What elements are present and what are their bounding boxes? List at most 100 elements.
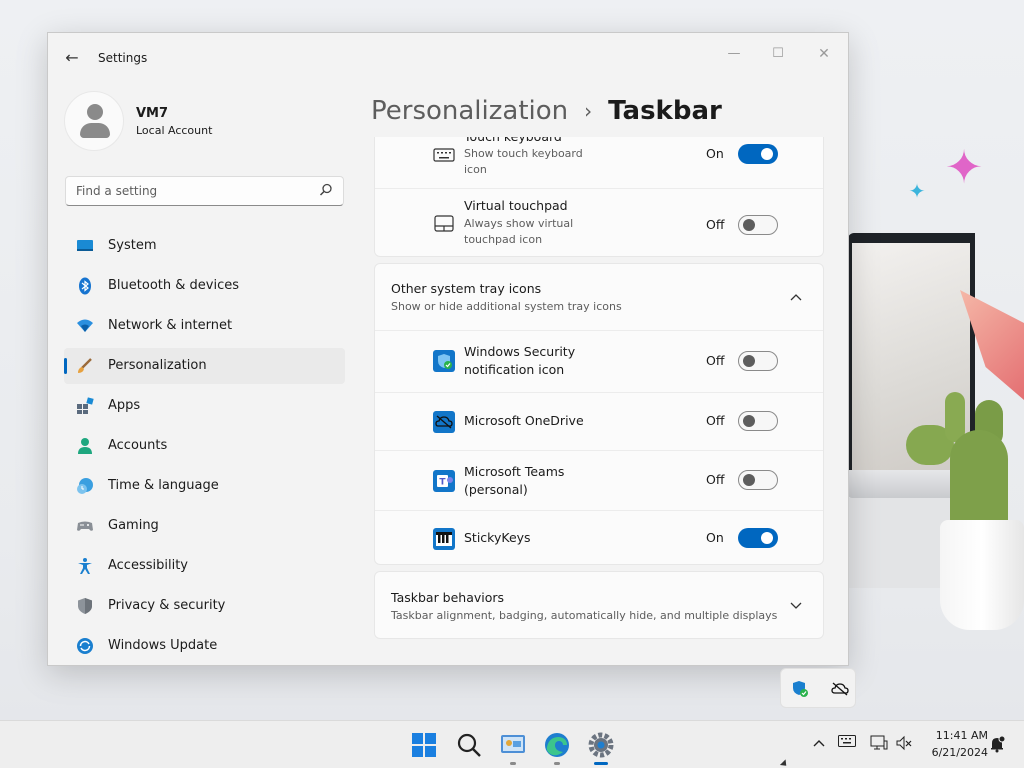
teams-title: (personal): [464, 482, 528, 497]
chevron-up-icon[interactable]: [810, 735, 828, 753]
windows-security-icon[interactable]: [791, 680, 809, 698]
stickykeys-icon: [433, 528, 455, 550]
keyboard-icon[interactable]: [838, 735, 856, 753]
sparkle-icon: ✦: [908, 179, 926, 203]
taskbar-behaviors-subtitle: Taskbar alignment, badging, automaticall…: [391, 609, 778, 622]
virtual-touchpad-subtitle: touchpad icon: [464, 233, 543, 246]
sidebar-item-label: System: [108, 238, 157, 253]
sidebar-item-accounts[interactable]: Accounts: [64, 428, 345, 464]
title-bar[interactable]: ← Settings — ☐ ✕: [48, 33, 848, 81]
windows-security-icon: [433, 350, 455, 372]
touchpad-icon: [434, 215, 454, 232]
toggle-state-label: Off: [706, 217, 725, 232]
toggle-knob: [761, 532, 773, 544]
clock-time[interactable]: 11:41 AM: [930, 729, 988, 742]
breadcrumb-separator: ›: [584, 99, 593, 123]
sidebar-item-label: Time & language: [108, 478, 219, 493]
sidebar-item-privacy[interactable]: Privacy & security: [64, 588, 345, 624]
windows-security-title: Windows Security: [464, 344, 576, 359]
touch-keyboard-toggle[interactable]: [738, 144, 778, 164]
teams-icon: T: [433, 470, 455, 492]
virtual-touchpad-toggle[interactable]: [738, 215, 778, 235]
sidebar-item-system[interactable]: System: [64, 228, 345, 264]
teams-title: Microsoft Teams: [464, 464, 565, 479]
wallpaper-pot: [940, 520, 1024, 630]
search-input[interactable]: [66, 177, 316, 205]
maximize-button[interactable]: ☐: [756, 39, 800, 69]
network-status-icon[interactable]: [870, 735, 888, 753]
windows-security-title: notification icon: [464, 362, 565, 377]
sidebar-item-personalization[interactable]: Personalization: [64, 348, 345, 384]
virtual-touchpad-title: Virtual touchpad: [464, 198, 568, 213]
svg-text:T: T: [439, 478, 446, 488]
back-arrow-icon[interactable]: ←: [60, 46, 84, 70]
search-box[interactable]: [65, 176, 344, 206]
settings-gear-icon[interactable]: [587, 731, 615, 759]
search-icon[interactable]: [318, 183, 334, 199]
notification-bell-icon[interactable]: [988, 735, 1006, 753]
teams-toggle[interactable]: [738, 470, 778, 490]
volume-muted-icon[interactable]: [895, 735, 913, 753]
sidebar-item-gaming[interactable]: Gaming: [64, 508, 345, 544]
sidebar-item-network[interactable]: Network & internet: [64, 308, 345, 344]
windows-security-row[interactable]: Windows Security notification icon Off: [375, 330, 823, 392]
onedrive-toggle[interactable]: [738, 411, 778, 431]
teams-row[interactable]: T Microsoft Teams (personal) Off: [375, 450, 823, 510]
running-indicator: [554, 762, 560, 765]
settings-app-thumbnail-icon[interactable]: [499, 731, 527, 759]
other-tray-header[interactable]: Other system tray icons Show or hide add…: [375, 264, 823, 330]
start-icon[interactable]: [410, 731, 438, 759]
windows-security-toggle[interactable]: [738, 351, 778, 371]
toggle-state-label: Off: [706, 353, 725, 368]
sidebar-item-windows-update[interactable]: Windows Update: [64, 628, 345, 664]
close-button[interactable]: ✕: [802, 39, 846, 69]
minimize-button[interactable]: —: [712, 39, 756, 69]
edge-icon[interactable]: [543, 731, 571, 759]
toggle-knob: [743, 355, 755, 367]
sidebar-item-label: Accessibility: [108, 558, 188, 573]
sidebar-item-time-language[interactable]: Time & language: [64, 468, 345, 504]
stickykeys-toggle[interactable]: [738, 528, 778, 548]
sidebar-item-accessibility[interactable]: Accessibility: [64, 548, 345, 584]
active-indicator: [594, 762, 608, 765]
sidebar-item-label: Bluetooth & devices: [108, 278, 239, 293]
toggle-state-label: Off: [706, 472, 725, 487]
apps-icon: [77, 397, 94, 414]
breadcrumb-parent[interactable]: Personalization: [371, 96, 568, 126]
touch-keyboard-subtitle: icon: [464, 163, 487, 176]
stickykeys-row[interactable]: StickyKeys On: [375, 510, 823, 566]
settings-content[interactable]: Touch keyboard Show touch keyboard icon …: [374, 137, 824, 665]
network-icon: [77, 319, 93, 332]
sidebar-item-label: Gaming: [108, 518, 159, 533]
toggle-knob: [743, 219, 755, 231]
chevron-up-icon[interactable]: [789, 290, 803, 304]
toggle-knob: [743, 474, 755, 486]
virtual-touchpad-row[interactable]: Virtual touchpad Always show virtual tou…: [375, 188, 823, 258]
stickykeys-title: StickyKeys: [464, 530, 531, 545]
onedrive-row[interactable]: Microsoft OneDrive Off: [375, 392, 823, 450]
toggle-knob: [761, 148, 773, 160]
search-icon[interactable]: [455, 731, 483, 759]
sidebar-item-label: Privacy & security: [108, 598, 226, 613]
settings-window: ← Settings — ☐ ✕ VM7 Local Account Syste…: [47, 32, 849, 666]
accessibility-icon: [78, 558, 92, 574]
toggle-knob: [743, 415, 755, 427]
taskbar-behaviors-card[interactable]: Taskbar behaviors Taskbar alignment, bad…: [374, 571, 824, 639]
privacy-icon: [78, 598, 92, 614]
window-title: Settings: [98, 51, 148, 65]
keyboard-icon: [433, 148, 455, 162]
sidebar-item-bluetooth[interactable]: Bluetooth & devices: [64, 268, 345, 304]
sidebar-item-apps[interactable]: Apps: [64, 388, 345, 424]
touch-keyboard-row[interactable]: Touch keyboard Show touch keyboard icon …: [375, 137, 823, 188]
touch-keyboard-title: Touch keyboard: [464, 137, 562, 146]
avatar[interactable]: [64, 91, 124, 151]
sidebar-item-label: Accounts: [108, 438, 168, 453]
profile-account-type: Local Account: [136, 124, 213, 137]
chevron-down-icon[interactable]: [789, 599, 803, 613]
onedrive-icon[interactable]: [831, 680, 849, 698]
clock-date[interactable]: 6/21/2024: [922, 746, 988, 759]
sidebar-item-label: Personalization: [108, 358, 207, 373]
sparkle-icon: ✦: [944, 140, 984, 194]
toggle-state-label: Off: [706, 413, 725, 428]
page-title: Taskbar: [608, 96, 722, 126]
